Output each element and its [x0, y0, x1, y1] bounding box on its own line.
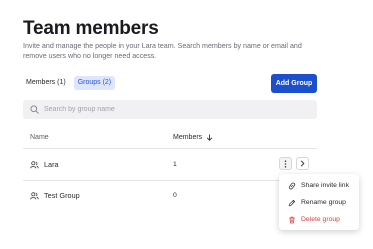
row-actions-menu: Share invite link Rename group Delete gr… [279, 174, 359, 230]
group-name-cell: Lara [30, 160, 59, 169]
column-header-members-label: Members [173, 134, 203, 141]
menu-item-label: Share invite link [301, 182, 349, 189]
more-options-button[interactable] [279, 157, 292, 170]
chevron-right-icon [300, 160, 305, 167]
tabs: Members (1) Groups (2) [22, 76, 116, 90]
search-bar [23, 100, 317, 119]
search-icon [30, 105, 39, 114]
share-invite-link-menu-item[interactable]: Share invite link [279, 177, 359, 194]
more-vertical-icon [284, 159, 287, 168]
column-header-members[interactable]: Members [173, 134, 213, 141]
table-row[interactable]: Lara 1 [23, 150, 317, 181]
group-name-cell: Test Group [30, 191, 80, 200]
link-icon [288, 182, 296, 190]
tab-members[interactable]: Members (1) [22, 76, 70, 90]
users-icon [30, 191, 39, 200]
open-group-button[interactable] [296, 157, 309, 170]
add-group-button[interactable]: Add Group [271, 74, 317, 93]
delete-group-menu-item[interactable]: Delete group [279, 211, 359, 228]
trash-icon [288, 216, 296, 224]
menu-item-label: Rename group [301, 199, 346, 206]
menu-item-label: Delete group [301, 216, 340, 223]
users-icon [30, 160, 39, 169]
search-input[interactable] [44, 106, 294, 113]
rename-group-menu-item[interactable]: Rename group [279, 194, 359, 211]
page-title: Team members [23, 18, 159, 39]
pencil-icon [288, 199, 296, 207]
group-name: Lara [44, 160, 59, 169]
group-name: Test Group [44, 191, 80, 200]
page-description: Invite and manage the people in your Lar… [23, 42, 302, 60]
table-header: Name Members [23, 128, 317, 149]
member-count: 0 [173, 192, 177, 199]
column-header-name: Name [30, 134, 49, 141]
member-count: 1 [173, 161, 177, 168]
tab-groups[interactable]: Groups (2) [73, 76, 116, 90]
sort-arrow-down-icon [206, 134, 213, 141]
table-row[interactable]: Test Group 0 [23, 181, 317, 212]
